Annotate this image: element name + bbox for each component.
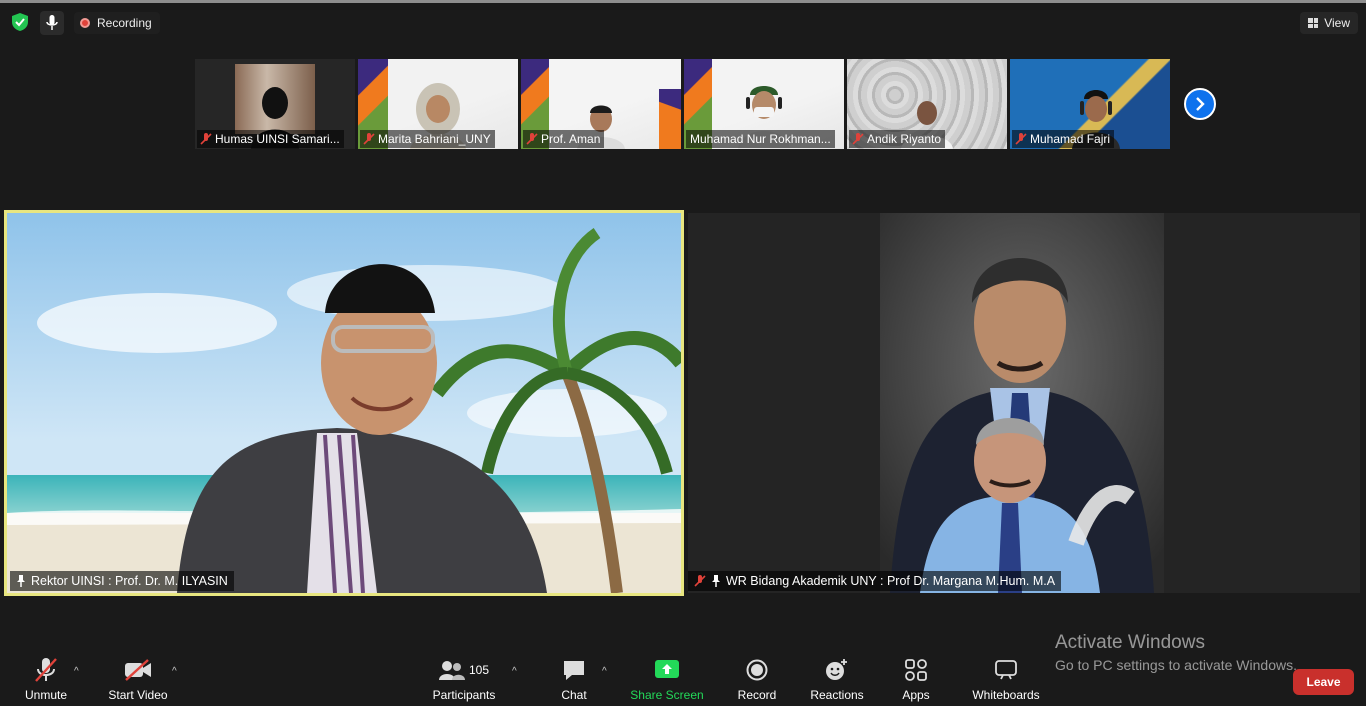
- meeting-toolbar: Unmute ^ Start Video ^ 105 Participants …: [0, 652, 1366, 706]
- whiteboard-icon: [995, 660, 1017, 680]
- pin-icon: [712, 575, 720, 587]
- chevron-right-icon: [1196, 97, 1205, 111]
- participant-name-label: WR Bidang Akademik UNY : Prof Dr. Margan…: [688, 571, 1062, 591]
- speaker-video: [7, 213, 681, 593]
- participant-thumbnail[interactable]: Prof. Aman: [521, 59, 681, 149]
- participant-thumbnail[interactable]: Marita Bahriani_UNY: [358, 59, 518, 149]
- recording-indicator[interactable]: Recording: [74, 12, 160, 34]
- next-page-button[interactable]: [1184, 88, 1216, 120]
- participant-thumbnail-strip: Humas UINSI Samari... Marita Bahriani_UN…: [195, 59, 1170, 149]
- participant-name: Andik Riyanto: [849, 130, 946, 148]
- leave-button[interactable]: Leave: [1293, 669, 1354, 695]
- participants-button[interactable]: 105 Participants: [430, 652, 498, 706]
- participants-count: 105: [468, 663, 490, 677]
- muted-mic-icon: [526, 133, 538, 145]
- participant-thumbnail[interactable]: Humas UINSI Samari...: [195, 59, 355, 149]
- record-button[interactable]: Record: [732, 652, 782, 706]
- muted-mic-icon: [1015, 133, 1027, 145]
- security-shield-icon[interactable]: [12, 13, 28, 31]
- video-off-icon: [125, 659, 151, 681]
- pin-icon: [17, 575, 25, 587]
- participant-video-tile[interactable]: WR Bidang Akademik UNY : Prof Dr. Margan…: [688, 213, 1360, 593]
- participant-name: Muhamad Nur Rokhman...: [686, 130, 835, 148]
- start-video-button[interactable]: Start Video: [104, 652, 172, 706]
- muted-mic-icon: [200, 133, 212, 145]
- recording-dot-icon: [80, 18, 90, 28]
- share-screen-button[interactable]: Share Screen: [630, 652, 704, 706]
- active-speaker-video-tile[interactable]: Rektor UINSI : Prof. Dr. M. ILYASIN: [4, 210, 684, 596]
- share-screen-icon: [655, 660, 679, 678]
- participant-name: Marita Bahriani_UNY: [360, 130, 495, 148]
- microphone-icon: [46, 15, 58, 30]
- participant-name: Humas UINSI Samari...: [197, 130, 344, 148]
- apps-button[interactable]: Apps: [896, 652, 936, 706]
- participant-thumbnail[interactable]: Muhamad Nur Rokhman...: [684, 59, 844, 149]
- chat-options-caret[interactable]: ^: [602, 666, 607, 677]
- participants-icon: [438, 661, 465, 680]
- grid-view-icon: [1308, 18, 1319, 28]
- reactions-smiley-icon: [826, 659, 847, 680]
- speaker-name-label: Rektor UINSI : Prof. Dr. M. ILYASIN: [10, 571, 234, 591]
- mic-indicator[interactable]: [40, 11, 64, 35]
- muted-microphone-icon: [35, 658, 57, 682]
- audio-options-caret[interactable]: ^: [74, 666, 79, 677]
- unmute-button[interactable]: Unmute: [18, 652, 74, 706]
- chat-button[interactable]: Chat: [552, 652, 596, 706]
- participant-video: [880, 213, 1164, 593]
- participant-name: Prof. Aman: [523, 130, 605, 148]
- whiteboards-button[interactable]: Whiteboards: [966, 652, 1046, 706]
- participant-thumbnail[interactable]: Andik Riyanto: [847, 59, 1007, 149]
- muted-mic-icon: [852, 133, 864, 145]
- participant-name: Muhamad Fajri: [1012, 130, 1115, 148]
- apps-icon: [905, 659, 927, 681]
- participants-options-caret[interactable]: ^: [512, 666, 517, 677]
- meeting-top-bar: Recording View: [0, 3, 1366, 43]
- reactions-button[interactable]: Reactions: [806, 652, 868, 706]
- recording-label: Recording: [97, 16, 152, 30]
- view-label: View: [1324, 16, 1350, 30]
- muted-mic-icon: [694, 575, 706, 587]
- video-options-caret[interactable]: ^: [172, 666, 177, 677]
- view-button[interactable]: View: [1300, 12, 1358, 34]
- muted-mic-icon: [363, 133, 375, 145]
- participant-thumbnail[interactable]: Muhamad Fajri: [1010, 59, 1170, 149]
- record-icon: [746, 659, 768, 681]
- chat-bubble-icon: [564, 661, 584, 680]
